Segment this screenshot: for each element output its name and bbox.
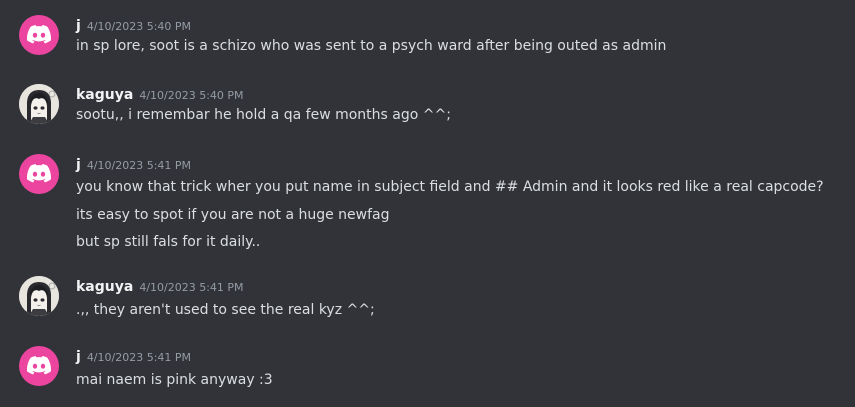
message-text: but sp still fals for it daily.. [76,234,261,250]
avatar[interactable] [19,15,59,55]
message-text: its easy to spot if you are not a huge n… [76,207,390,223]
discord-logo-icon [27,25,51,44]
avatar[interactable] [19,276,59,316]
username[interactable]: j [76,157,81,173]
avatar[interactable] [19,346,59,386]
message-text: in sp lore, soot is a schizo who was sen… [76,38,667,54]
avatar[interactable] [19,154,59,194]
discord-logo-icon [27,356,51,375]
message-text: .,, they aren't used to see the real kyz… [76,302,375,318]
message-header: j 4/10/2023 5:41 PM [76,154,191,174]
message-header: j 4/10/2023 5:41 PM [76,346,191,366]
username[interactable]: kaguya [76,87,133,103]
message-header: kaguya 4/10/2023 5:41 PM [76,276,244,296]
message: j 4/10/2023 5:40 PM in sp lore, soot is a… [0,15,855,61]
message: j 4/10/2023 5:41 PM you know that trick w… [0,154,855,254]
discord-logo-icon [27,164,51,183]
message-header: j 4/10/2023 5:40 PM [76,15,191,35]
timestamp[interactable]: 4/10/2023 5:41 PM [87,159,191,172]
username[interactable]: j [76,349,81,365]
message-text: mai naem is pink anyway :3 [76,372,273,388]
message-header: kaguya 4/10/2023 5:40 PM [76,84,244,104]
message: j 4/10/2023 5:41 PM mai naem is pink anyw… [0,346,855,392]
username[interactable]: j [76,18,81,34]
timestamp[interactable]: 4/10/2023 5:41 PM [139,281,243,294]
message-text: you know that trick wher you put name in… [76,179,824,195]
anime-girl-avatar-icon [19,276,59,316]
message: kaguya 4/10/2023 5:41 PM .,, they aren't … [0,276,855,322]
timestamp[interactable]: 4/10/2023 5:40 PM [87,20,191,33]
timestamp[interactable]: 4/10/2023 5:40 PM [139,89,243,102]
avatar[interactable] [19,84,59,124]
anime-girl-avatar-icon [19,84,59,124]
message: kaguya 4/10/2023 5:40 PM sootu,, i rememb… [0,84,855,130]
message-text: sootu,, i remembar he hold a qa few mont… [76,107,451,123]
username[interactable]: kaguya [76,279,133,295]
timestamp[interactable]: 4/10/2023 5:41 PM [87,351,191,364]
